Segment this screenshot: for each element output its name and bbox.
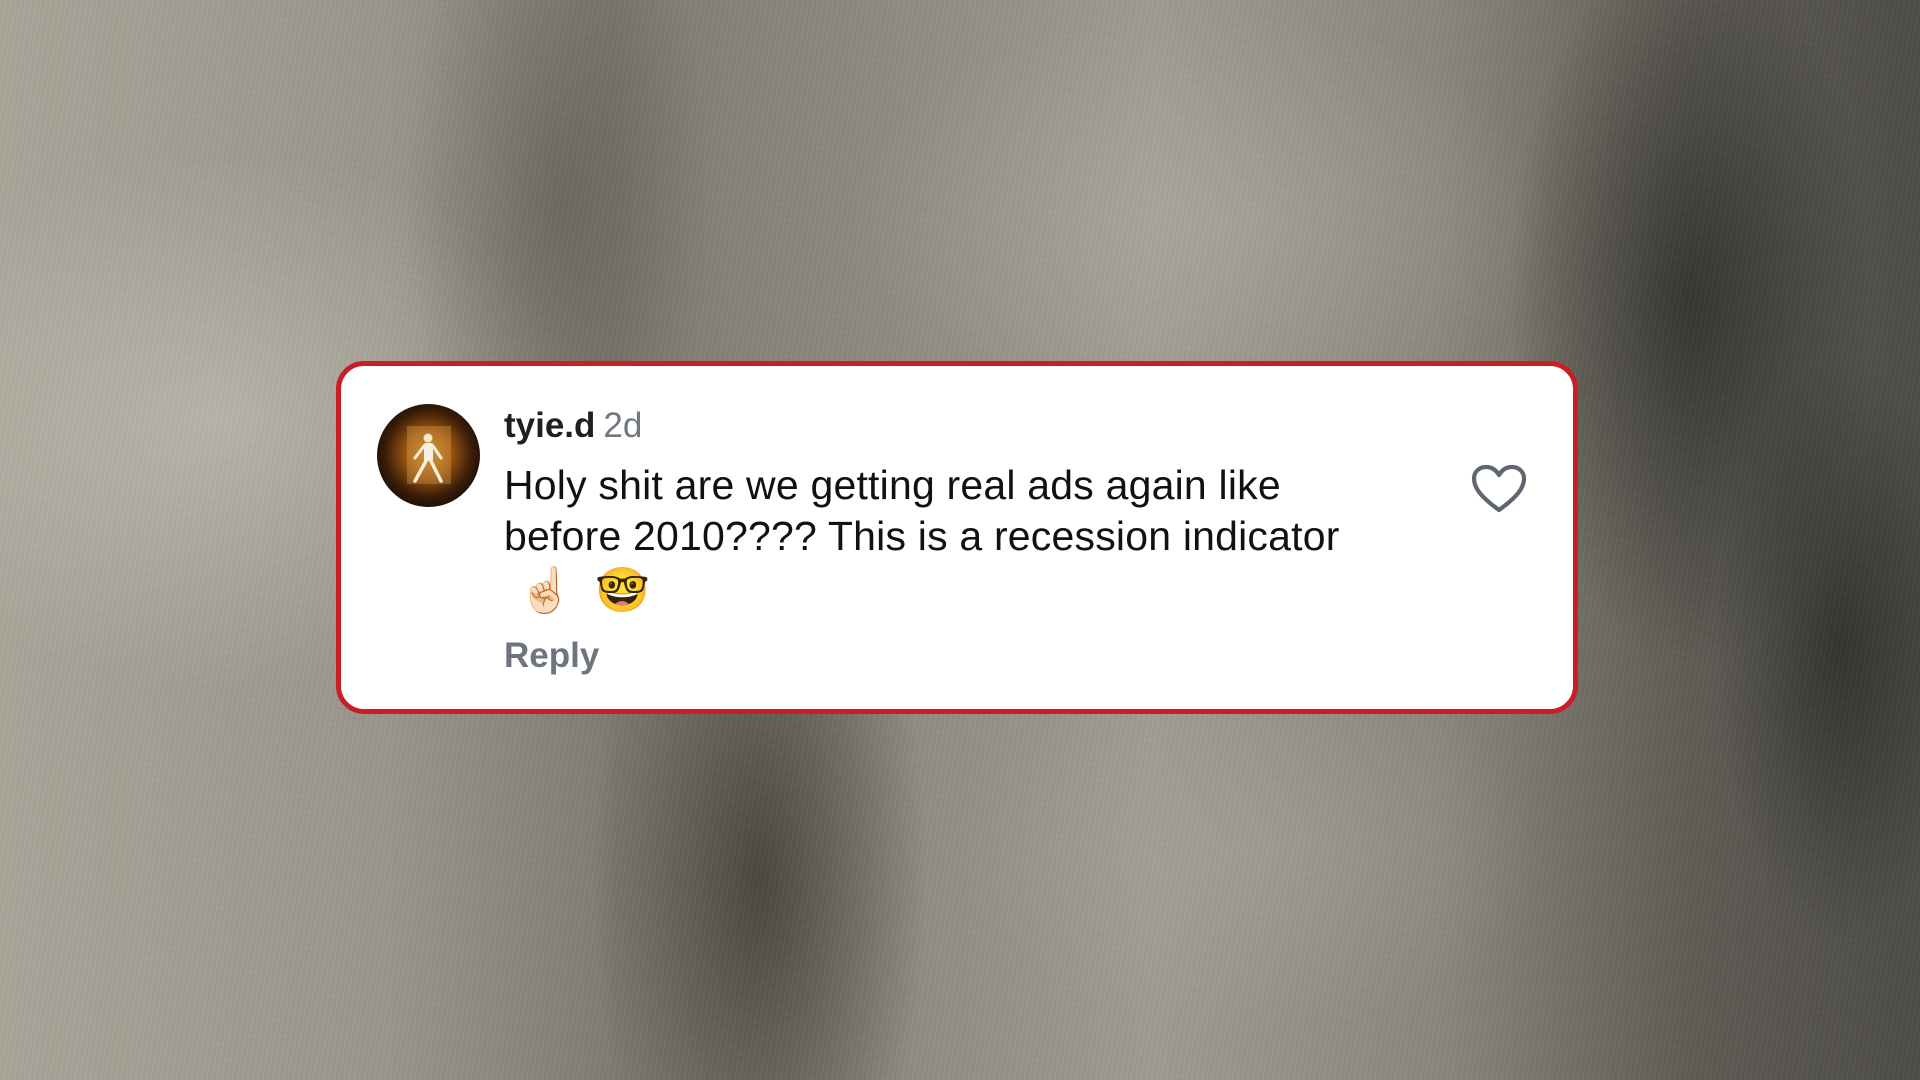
comment-body: tyie.d 2d Holy shit are we getting real a… [504, 404, 1404, 676]
comment-text: Holy shit are we getting real ads again … [504, 460, 1404, 616]
comment-text-body: Holy shit are we getting real ads again … [504, 462, 1340, 559]
timestamp: 2d [603, 406, 643, 445]
nerd-face-emoji: 🤓 [595, 566, 650, 615]
pointing-up-emoji: ☝🏻 [518, 566, 573, 615]
reply-button[interactable]: Reply [504, 636, 599, 676]
comment-meta: tyie.d 2d [504, 404, 1404, 448]
username[interactable]: tyie.d [504, 406, 595, 445]
heart-outline-icon[interactable] [1471, 464, 1527, 514]
comment-card: tyie.d 2d Holy shit are we getting real a… [336, 361, 1578, 714]
avatar[interactable] [377, 404, 480, 507]
person-figure-icon [407, 426, 451, 484]
